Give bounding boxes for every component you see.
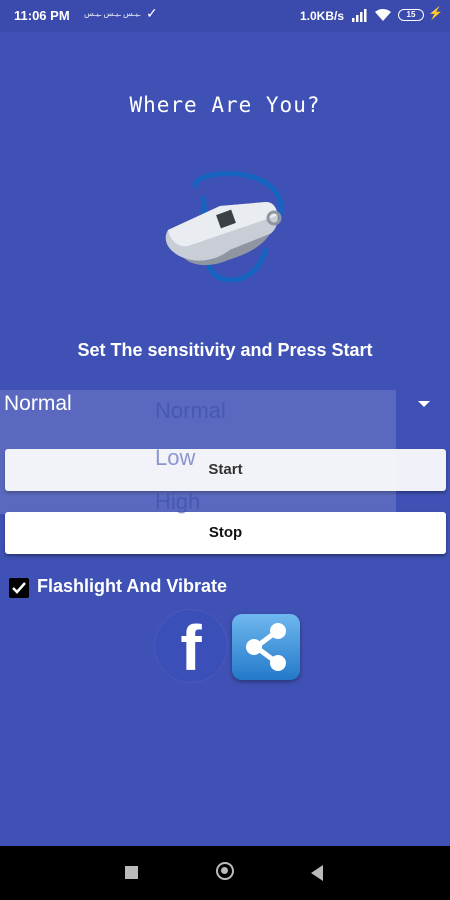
- notification-icons: ـيـس ـيـس ـيـس: [84, 9, 141, 18]
- stop-button[interactable]: Stop: [5, 512, 446, 554]
- status-bar: 11:06 PM ـيـس ـيـس ـيـس ✓ 1.0KB/s 15 ⚡: [0, 0, 450, 32]
- dropdown-option-low[interactable]: Low: [155, 445, 195, 471]
- signal-icon: [352, 8, 368, 25]
- status-time: 11:06 PM: [14, 8, 70, 23]
- dropdown-option-high[interactable]: High: [155, 489, 200, 515]
- dropdown-option-normal[interactable]: Normal: [155, 398, 226, 424]
- battery-icon: 15: [398, 9, 424, 21]
- recents-icon[interactable]: [125, 866, 138, 879]
- instruction-text: Set The sensitivity and Press Start: [77, 340, 373, 360]
- checkbox-label: Flashlight And Vibrate: [37, 576, 228, 596]
- whistle-icon: [158, 168, 290, 286]
- svg-text:f: f: [180, 612, 202, 682]
- network-speed: 1.0KB/s: [300, 9, 345, 23]
- home-icon[interactable]: [216, 862, 234, 880]
- bolt-icon: ⚡: [428, 6, 443, 20]
- chevron-down-icon[interactable]: [418, 401, 430, 407]
- share-icon[interactable]: [232, 614, 300, 680]
- back-icon[interactable]: [311, 865, 323, 881]
- facebook-icon[interactable]: f: [155, 610, 227, 684]
- wifi-icon: [374, 7, 392, 25]
- system-nav-bar: [0, 846, 450, 900]
- check-icon: ✓: [146, 5, 158, 21]
- checkbox-checked[interactable]: [9, 578, 29, 598]
- sensitivity-dropdown: Normal Low High: [0, 390, 396, 514]
- page-title: Where Are You?: [129, 93, 321, 117]
